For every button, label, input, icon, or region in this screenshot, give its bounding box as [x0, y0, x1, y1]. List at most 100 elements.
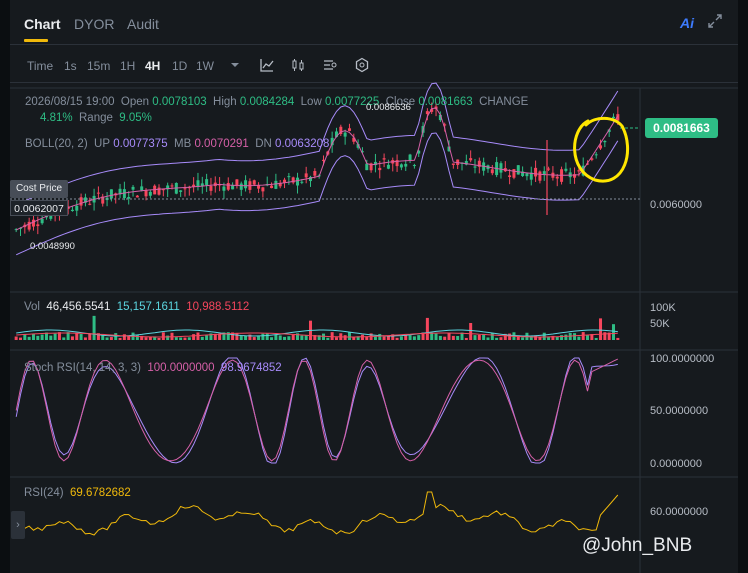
- volume-bar: [127, 336, 131, 340]
- volume-bar: [118, 337, 122, 340]
- volume-bar: [18, 337, 22, 340]
- volume-bar: [274, 334, 278, 340]
- volume-bar: [443, 336, 447, 340]
- candle-body: [304, 173, 308, 178]
- candle-body: [594, 154, 598, 156]
- volume-bar: [23, 334, 27, 340]
- vol-ma1-value: 15,157.1611: [116, 301, 180, 313]
- volume-bar: [92, 315, 96, 340]
- rsi-axis-60: 60.0000000: [650, 506, 709, 518]
- volume-bar: [283, 336, 287, 340]
- volume-bar: [399, 336, 403, 340]
- candle-body: [40, 218, 44, 224]
- stoch-axis-0: 0.0000000: [650, 458, 702, 470]
- candle-body: [235, 179, 239, 186]
- volume-bar: [257, 336, 261, 340]
- volume-bar: [417, 335, 421, 340]
- rsi-label: RSI(24): [24, 487, 64, 499]
- candle-body: [382, 158, 386, 160]
- volume-bar: [438, 335, 442, 340]
- candle-body: [31, 219, 35, 227]
- volume-bar: [486, 337, 490, 340]
- candle-body: [75, 205, 79, 211]
- volume-bar: [192, 334, 196, 340]
- volume-bar: [560, 335, 564, 340]
- cost-price-title: Cost Price: [10, 180, 68, 198]
- volume-bar: [473, 335, 477, 340]
- candle-body: [378, 167, 382, 171]
- volume-bar: [79, 334, 83, 340]
- candle-body: [313, 171, 317, 176]
- volume-bar: [577, 336, 581, 340]
- stoch-label: Stoch RSI(14, 14, 3, 3): [24, 362, 141, 374]
- volume-bar: [564, 334, 568, 340]
- volume-bar: [53, 333, 57, 340]
- boll-up-label: UP: [94, 138, 111, 150]
- volume-bar: [261, 333, 265, 340]
- volume-bar: [573, 333, 577, 340]
- volume-bar: [352, 337, 356, 340]
- volume-bar: [430, 332, 434, 340]
- volume-bar: [62, 337, 66, 340]
- volume-bar: [252, 337, 256, 340]
- candle-body: [205, 179, 209, 186]
- volume-bar: [179, 337, 183, 340]
- volume-bar: [521, 337, 525, 340]
- volume-bar: [360, 334, 364, 340]
- candle-body: [239, 183, 243, 190]
- candle-body: [534, 167, 538, 177]
- volume-bar: [287, 336, 291, 340]
- volume-bar: [547, 337, 551, 340]
- candle-body: [399, 164, 403, 168]
- volume-bar: [144, 337, 148, 340]
- candle-body: [508, 175, 512, 178]
- boll-mb-value: 0.0070291: [194, 138, 249, 150]
- candle-body: [469, 158, 473, 161]
- volume-bar: [265, 333, 269, 340]
- volume-bar: [373, 336, 377, 340]
- volume-bar: [36, 335, 40, 340]
- volume-bar: [412, 336, 416, 340]
- highlight-circle: [573, 116, 630, 183]
- candle-body: [222, 186, 226, 191]
- candle-body: [564, 168, 568, 171]
- volume-bar: [291, 334, 295, 340]
- candle-body: [386, 164, 390, 169]
- rsi-legend: RSI(24) 69.6782682: [24, 487, 131, 499]
- price-axis-label: 0.0060000: [650, 199, 702, 211]
- volume-bar: [347, 332, 351, 340]
- candle-body: [109, 189, 113, 199]
- volume-bar: [586, 335, 590, 340]
- candle-body: [244, 180, 248, 189]
- collapse-arrow-icon[interactable]: ›: [11, 511, 25, 539]
- candle-body: [499, 163, 503, 173]
- candle-body: [209, 185, 213, 191]
- volume-bar: [183, 337, 187, 340]
- boll-dn-label: DN: [255, 138, 272, 150]
- range-value: 9.05%: [119, 112, 152, 124]
- volume-bar: [612, 324, 616, 340]
- volume-bar: [174, 337, 178, 340]
- high-label: High: [213, 96, 237, 108]
- open-label: Open: [120, 96, 150, 108]
- candle-body: [261, 187, 265, 192]
- volume-bar: [83, 337, 87, 340]
- candle-body: [542, 171, 546, 175]
- candle-body: [226, 182, 230, 190]
- candle-body: [144, 190, 148, 197]
- volume-bar: [49, 335, 53, 340]
- volume-bar: [135, 334, 139, 340]
- boll-dn-value: 0.0063208: [275, 138, 330, 150]
- stoch-axis-100: 100.0000000: [650, 353, 715, 365]
- change-value: 4.81%: [40, 112, 73, 124]
- cost-price-value: 0.0062007: [10, 200, 68, 216]
- rsi-value: 69.6782682: [70, 487, 131, 499]
- volume-bar: [40, 334, 44, 340]
- boll-mb-label: MB: [174, 138, 192, 150]
- stoch-legend: Stoch RSI(14, 14, 3, 3) 100.0000000 98.9…: [24, 362, 282, 374]
- volume-bar: [581, 332, 585, 340]
- volume-bar: [205, 335, 209, 340]
- range-label: Range: [79, 112, 113, 124]
- candle-body: [473, 166, 477, 168]
- volume-bar: [278, 335, 282, 340]
